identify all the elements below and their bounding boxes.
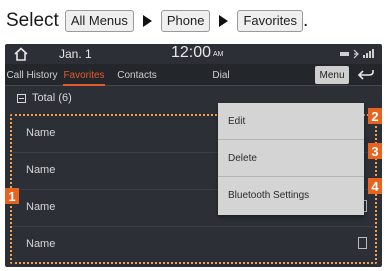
arrow-right-icon <box>219 15 229 27</box>
status-time: 12:00 <box>171 44 212 61</box>
menu-item-bluetooth-settings[interactable]: Bluetooth Settings <box>218 177 364 214</box>
head-unit-screen: Jan. 1 12:00 AM Call History Favorites C… <box>5 44 382 267</box>
phone-type-icon <box>358 237 367 249</box>
instruction-line: Select All Menus Phone Favorites . <box>6 8 308 34</box>
favorite-row[interactable]: Name <box>12 227 375 264</box>
step-phone-chip: Phone <box>160 10 211 32</box>
tab-dial[interactable]: Dial <box>201 64 241 86</box>
instruction-lead: Select <box>6 10 59 31</box>
favorite-name: Name <box>26 164 56 176</box>
home-icon[interactable] <box>13 47 29 61</box>
callout-badge-4: 4 <box>368 178 382 194</box>
tab-favorites[interactable]: Favorites <box>59 64 109 86</box>
status-ampm: AM <box>213 51 224 58</box>
connectivity-icons <box>340 49 374 59</box>
favorite-name: Name <box>26 201 56 213</box>
back-icon[interactable] <box>357 68 375 82</box>
status-date: Jan. 1 <box>59 47 92 61</box>
favorite-name: Name <box>26 238 56 250</box>
callout-badge-1: 1 <box>5 188 19 204</box>
callout-badge-2: 2 <box>368 108 382 124</box>
status-bar: Jan. 1 12:00 AM <box>5 44 382 64</box>
menu-dropdown: Edit Delete Bluetooth Settings <box>218 103 364 215</box>
favorites-total: Total (6) <box>17 92 72 104</box>
menu-button[interactable]: Menu <box>315 66 349 84</box>
phone-tab-bar: Call History Favorites Contacts Dial Men… <box>5 64 382 86</box>
step-favorites-chip: Favorites <box>237 10 303 32</box>
tab-call-history[interactable]: Call History <box>5 64 59 86</box>
menu-item-edit[interactable]: Edit <box>218 103 364 140</box>
arrow-right-icon <box>142 15 152 27</box>
step-all-menus-chip: All Menus <box>64 10 134 32</box>
favorite-name: Name <box>26 127 56 139</box>
menu-item-delete[interactable]: Delete <box>218 140 364 177</box>
instruction-end: . <box>302 10 309 31</box>
list-icon <box>17 93 26 103</box>
tab-contacts[interactable]: Contacts <box>111 64 163 86</box>
callout-badge-3: 3 <box>368 143 382 159</box>
total-count-label: Total (6) <box>32 92 72 104</box>
